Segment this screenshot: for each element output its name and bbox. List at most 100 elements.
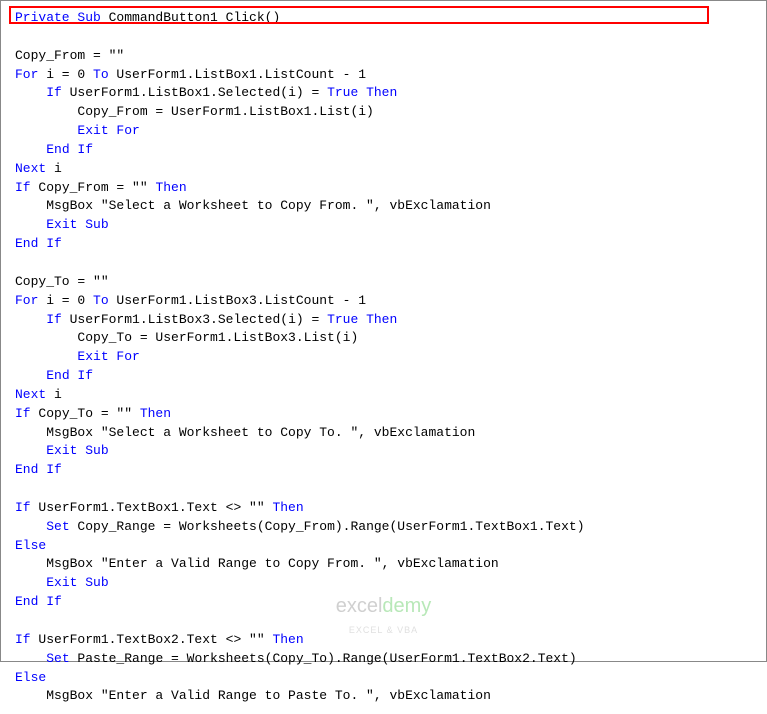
code-line: For i = 0 To UserForm1.ListBox1.ListCoun…: [15, 66, 752, 85]
code-line: Next i: [15, 160, 752, 179]
code-keyword: Else: [15, 670, 46, 685]
code-text: UserForm1.ListBox3.ListCount - 1: [109, 293, 366, 308]
code-keyword: For: [15, 67, 38, 82]
code-editor[interactable]: Private Sub CommandButton1_Click() Copy_…: [1, 1, 766, 714]
code-keyword: To: [93, 293, 109, 308]
code-keyword: Then: [272, 500, 303, 515]
code-text: i: [46, 161, 62, 176]
code-line: Copy_From = UserForm1.ListBox1.List(i): [15, 103, 752, 122]
code-text: [15, 142, 46, 157]
code-keyword: If: [46, 85, 62, 100]
code-line: Exit For: [15, 348, 752, 367]
code-line: For i = 0 To UserForm1.ListBox3.ListCoun…: [15, 292, 752, 311]
code-text: UserForm1.TextBox2.Text <> "": [31, 632, 273, 647]
code-line: Else: [15, 537, 752, 556]
code-keyword: Exit Sub: [46, 217, 108, 232]
code-keyword: Next: [15, 161, 46, 176]
code-line: [15, 612, 752, 631]
code-line: MsgBox "Select a Worksheet to Copy To. "…: [15, 424, 752, 443]
code-line: Private Sub CommandButton1_Click(): [15, 9, 752, 28]
code-text: i = 0: [38, 293, 93, 308]
code-line: Else: [15, 669, 752, 688]
code-text: CommandButton1_Click(): [101, 10, 280, 25]
code-line: MsgBox "Enter a Valid Range to Copy From…: [15, 555, 752, 574]
code-keyword: If: [15, 632, 31, 647]
code-keyword: Set: [46, 519, 69, 534]
code-line: If Copy_From = "" Then: [15, 179, 752, 198]
code-line: End If: [15, 235, 752, 254]
code-line: Copy_To = UserForm1.ListBox3.List(i): [15, 329, 752, 348]
code-keyword: Exit Sub: [46, 443, 108, 458]
code-text: MsgBox "Select a Worksheet to Copy From.…: [15, 198, 491, 213]
code-text: [15, 519, 46, 534]
code-line: End If: [15, 367, 752, 386]
code-keyword: If: [15, 406, 31, 421]
code-keyword: End If: [46, 142, 93, 157]
code-text: [15, 312, 46, 327]
code-line: Exit Sub: [15, 442, 752, 461]
code-text: [15, 368, 46, 383]
code-text: [15, 123, 77, 138]
code-keyword: To: [93, 67, 109, 82]
code-keyword: Next: [15, 387, 46, 402]
code-line: MsgBox "Enter a Valid Range to Paste To.…: [15, 687, 752, 706]
code-keyword: Private Sub: [15, 10, 101, 25]
code-keyword: End If: [46, 368, 93, 383]
code-text: Copy_To = UserForm1.ListBox3.List(i): [15, 330, 358, 345]
code-keyword: For: [15, 293, 38, 308]
code-line: MsgBox "Select a Worksheet to Copy From.…: [15, 197, 752, 216]
code-keyword: Set: [46, 651, 69, 666]
code-keyword: If: [15, 180, 31, 195]
code-line: If UserForm1.TextBox2.Text <> "" Then: [15, 631, 752, 650]
code-keyword: Then: [140, 406, 171, 421]
code-keyword: Else: [15, 538, 46, 553]
code-text: UserForm1.ListBox1.ListCount - 1: [109, 67, 366, 82]
code-line: End If: [15, 461, 752, 480]
code-line: End If: [15, 141, 752, 160]
code-keyword: Then: [155, 180, 186, 195]
code-text: [15, 217, 46, 232]
code-text: MsgBox "Enter a Valid Range to Paste To.…: [15, 688, 491, 703]
code-keyword: Exit For: [77, 123, 139, 138]
code-text: UserForm1.ListBox1.Selected(i) =: [62, 85, 327, 100]
code-keyword: Exit For: [77, 349, 139, 364]
code-text: Copy_From = UserForm1.ListBox1.List(i): [15, 104, 374, 119]
code-keyword: Exit Sub: [46, 575, 108, 590]
code-line: Exit Sub: [15, 216, 752, 235]
code-text: MsgBox "Select a Worksheet to Copy To. "…: [15, 425, 475, 440]
code-text: [15, 443, 46, 458]
code-text: [15, 349, 77, 364]
code-line: Next i: [15, 386, 752, 405]
code-line: Copy_To = "": [15, 273, 752, 292]
code-line: If UserForm1.ListBox1.Selected(i) = True…: [15, 84, 752, 103]
code-text: Paste_Range = Worksheets(Copy_To).Range(…: [70, 651, 577, 666]
code-text: Copy_Range = Worksheets(Copy_From).Range…: [70, 519, 585, 534]
code-line: Set Paste_Range = Worksheets(Copy_To).Ra…: [15, 650, 752, 669]
code-line: If Copy_To = "" Then: [15, 405, 752, 424]
code-line: [15, 480, 752, 499]
code-line: End If: [15, 593, 752, 612]
code-keyword: If: [46, 312, 62, 327]
code-text: [15, 85, 46, 100]
code-line: Copy_From = "": [15, 47, 752, 66]
code-keyword: End If: [15, 462, 62, 477]
code-text: [15, 651, 46, 666]
code-text: MsgBox "Enter a Valid Range to Copy From…: [15, 556, 499, 571]
code-text: Copy_To = "": [31, 406, 140, 421]
code-keyword: If: [15, 500, 31, 515]
code-text: Copy_To = "": [15, 274, 109, 289]
code-text: i: [46, 387, 62, 402]
code-text: i = 0: [38, 67, 93, 82]
code-text: UserForm1.ListBox3.Selected(i) =: [62, 312, 327, 327]
code-keyword: True Then: [327, 312, 397, 327]
code-line: [15, 254, 752, 273]
code-keyword: End If: [15, 236, 62, 251]
code-line: [15, 28, 752, 47]
code-text: Copy_From = "": [15, 48, 124, 63]
code-line: Exit For: [15, 122, 752, 141]
code-text: [15, 575, 46, 590]
code-keyword: End If: [15, 594, 62, 609]
code-keyword: Then: [272, 632, 303, 647]
code-line: Set Copy_Range = Worksheets(Copy_From).R…: [15, 518, 752, 537]
code-line: If UserForm1.ListBox3.Selected(i) = True…: [15, 311, 752, 330]
